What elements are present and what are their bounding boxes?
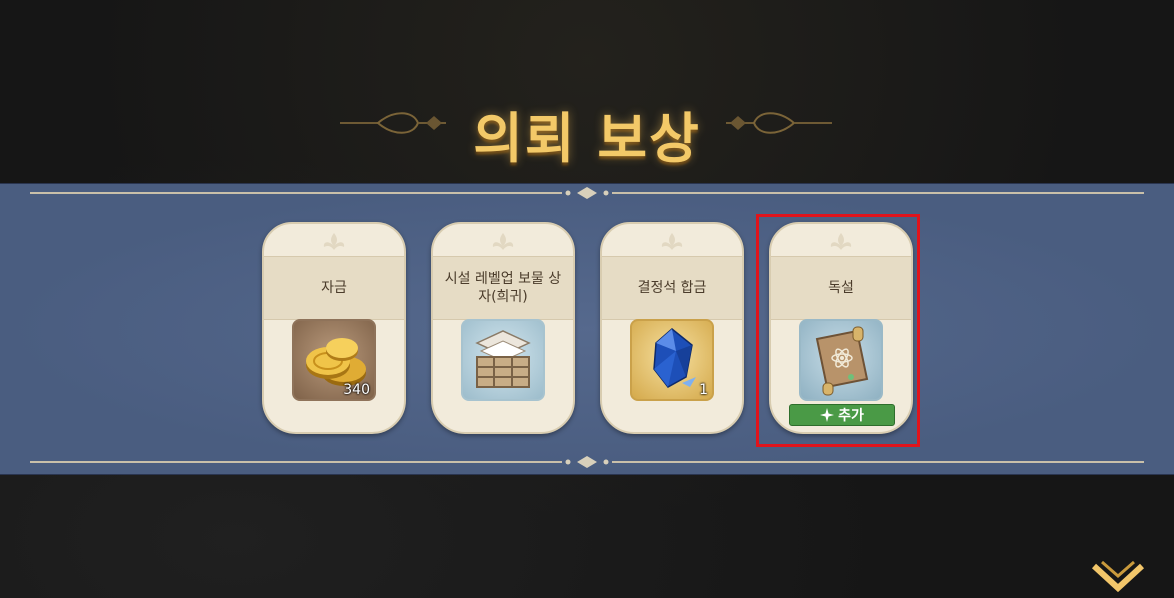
card-header: 시설 레벨업 보물 상자(희귀)	[433, 256, 573, 320]
fleur-icon	[323, 233, 345, 250]
reward-band	[0, 183, 1174, 475]
reward-label: 자금	[321, 280, 347, 296]
reward-quantity: 1	[699, 382, 708, 398]
continue-chevron-icon[interactable]	[1088, 560, 1148, 598]
reward-item-slot[interactable]: 1	[630, 319, 714, 401]
reward-card-crystal[interactable]: 결정석 합금 1	[600, 222, 744, 434]
reward-item-slot[interactable]: 340	[292, 319, 376, 401]
reward-label: 결정석 합금	[637, 280, 707, 296]
card-header: 결정석 합금	[602, 256, 742, 320]
reward-card-funds[interactable]: 자금 340	[262, 222, 406, 434]
reward-item-slot[interactable]	[461, 319, 545, 401]
reward-card-chest[interactable]: 시설 레벨업 보물 상자(희귀)	[431, 222, 575, 434]
reward-quantity: 340	[343, 382, 370, 398]
treasure-chest-icon	[475, 330, 531, 388]
fleur-icon	[661, 233, 683, 250]
title-ornament-right	[726, 112, 832, 134]
reward-screen: 의뢰 보상 자금 340 시설 레벨업 보물 상자(희귀) 결정석 합금 1 독…	[0, 0, 1174, 598]
reward-label: 시설 레벨업 보물 상자(희귀)	[444, 271, 562, 305]
band-divider-top	[30, 187, 1144, 199]
title-area: 의뢰 보상	[0, 78, 1174, 178]
band-divider-bottom	[30, 456, 1144, 468]
page-title: 의뢰 보상	[473, 107, 701, 170]
card-header: 자금	[264, 256, 404, 320]
fleur-icon	[492, 233, 514, 250]
highlight-box	[756, 214, 920, 447]
